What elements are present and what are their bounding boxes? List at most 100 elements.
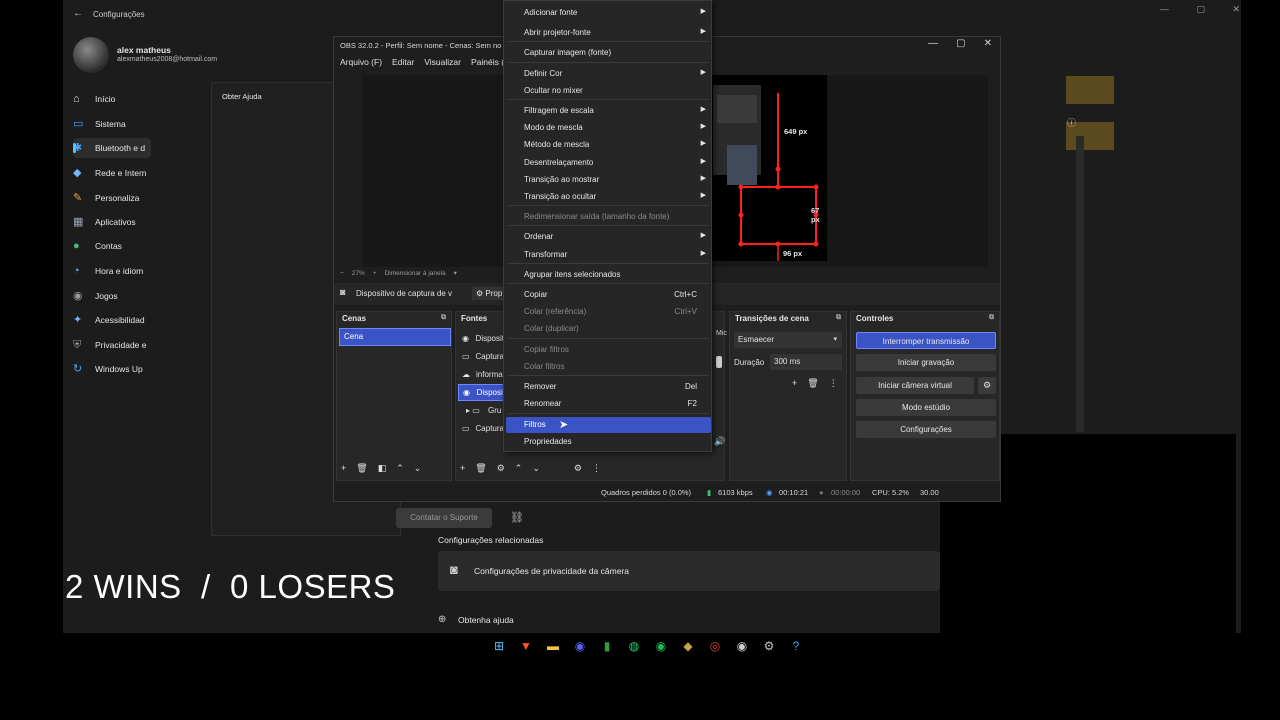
source-item[interactable]: ▭ Captura [458,348,504,365]
settings-button[interactable]: Configurações [856,421,996,438]
avatar[interactable] [73,37,109,73]
support-link-icon[interactable]: ⛓ [510,511,524,524]
context-menu-item[interactable]: Método de mescla ▶ [506,137,711,153]
source-item[interactable]: ◉ Disposit [458,330,504,347]
app-icon[interactable]: ◆ [679,637,697,655]
context-menu-item[interactable]: Adicionar fonte ▶ [506,5,711,21]
add-icon[interactable]: + [792,378,797,389]
brave-icon[interactable]: ▼ [517,637,535,655]
zoom-in-icon[interactable]: + [373,270,377,277]
close-icon[interactable]: ✕ [1232,4,1240,15]
file-explorer-icon[interactable]: ▬ [544,637,562,655]
maximize-icon[interactable]: ▢ [1196,4,1205,15]
menu-visualizar[interactable]: Visualizar [424,57,461,67]
sidebar-item-0[interactable]: ⌂ Início [73,89,151,109]
volume-slider[interactable] [716,356,722,368]
spotify-icon[interactable]: ◉ [652,637,670,655]
back-icon[interactable]: ← [73,8,83,19]
maximize-icon[interactable]: ▢ [956,38,965,49]
scene-item[interactable]: Cena [339,328,451,346]
chrome-icon[interactable]: ◎ [706,637,724,655]
obs-icon[interactable]: ◉ [733,637,751,655]
context-menu-item[interactable]: Renomear F2 [506,396,711,412]
context-menu-item[interactable]: Agrupar itens selecionados [506,267,711,283]
context-menu-item[interactable]: Filtros [506,417,711,433]
sidebar-item-5[interactable]: ▦ Aplicativos [73,212,151,232]
context-menu-item[interactable]: Capturar imagem (fonte) [506,45,711,61]
info-icon[interactable]: ⓘ [1067,116,1076,129]
move-up-icon[interactable]: ⌃ [396,463,404,474]
sidebar-item-4[interactable]: ✎ Personaliza [73,188,151,208]
sidebar-item-3[interactable]: ◆ Rede e Intern [73,163,151,183]
more-icon[interactable]: ⋮ [829,378,838,389]
context-menu-item[interactable]: Desentrelaçamento ▶ [506,155,711,171]
popout-icon[interactable]: ⧉ [989,314,994,322]
source-item-selected[interactable]: ◉ Disposit [458,384,506,401]
duration-input[interactable]: 300 ms [770,354,842,370]
close-icon[interactable]: ✕ [984,38,992,49]
mixer-settings-icon[interactable]: ⚙ [574,463,582,474]
context-menu-item[interactable]: Propriedades [506,434,711,450]
menu-arquivo[interactable]: Arquivo (F) [340,57,382,67]
more-icon[interactable]: ⋮ [592,463,601,474]
get-help-icon[interactable]: ? [787,637,805,655]
add-icon[interactable]: + [460,463,465,474]
settings-icon[interactable]: ⚙ [760,637,778,655]
virtual-camera-gear-icon[interactable]: ⚙ [978,377,996,394]
filter-icon[interactable]: ◧ [378,463,387,474]
minimize-icon[interactable]: — [1160,4,1169,15]
sidebar-item-11[interactable]: ↻ Windows Up [73,359,151,379]
studio-mode-button[interactable]: Modo estúdio [856,399,996,416]
trash-icon[interactable]: 🗑 [475,463,486,474]
context-menu-item[interactable]: Abrir projetor-fonte ▶ [506,25,711,41]
resize-to-window[interactable]: Dimensionar à janela [385,270,446,277]
context-menu-item[interactable]: Filtragem de escala ▶ [506,103,711,119]
chevron-down-icon[interactable]: ▾ [454,269,457,277]
gear-icon[interactable]: ⚙ [497,463,505,474]
sidebar-item-6[interactable]: ● Contas [73,236,151,256]
sidebar-item-1[interactable]: ▭ Sistema [73,114,151,134]
source-item[interactable]: ▭ Captura [458,420,504,437]
context-menu-item[interactable]: Ocultar no mixer [506,83,711,99]
sidebar-item-9[interactable]: ✦ Acessibilidad [73,310,151,330]
sidebar-item-7[interactable]: ◔ Hora e idiom [73,261,151,281]
context-menu-item[interactable]: Copiar Ctrl+C [506,287,711,303]
discord-icon[interactable]: ◉ [571,637,589,655]
popout-icon[interactable]: ⧉ [441,314,446,322]
popout-icon[interactable]: ⧉ [836,314,841,322]
trash-icon[interactable]: 🗑 [807,378,818,389]
sidebar-item-10[interactable]: ⛨ Privacidade e [73,335,151,355]
whatsapp-icon[interactable]: ◍ [625,637,643,655]
notepad-icon[interactable]: ▮ [598,637,616,655]
speaker-icon[interactable]: 🔊 [714,436,725,447]
windows-start-icon[interactable]: ⊞ [490,637,508,655]
sidebar-item-8[interactable]: ◉ Jogos [73,286,151,306]
camera-privacy-row[interactable]: ◙ Configurações de privacidade da câmera [438,551,940,591]
context-menu-item[interactable]: Transição ao ocultar ▶ [506,189,711,205]
move-down-icon[interactable]: ⌄ [532,463,540,474]
get-help-link[interactable]: Obtenha ajuda [458,615,514,625]
start-virtual-camera-button[interactable]: Iniciar câmera virtual [856,377,974,394]
scrollbar[interactable] [1076,136,1084,432]
context-menu-item[interactable]: Remover Del [506,379,711,395]
source-item[interactable]: ☁ informa [458,366,504,383]
trash-icon[interactable]: 🗑 [356,463,367,474]
add-icon[interactable]: + [341,463,346,474]
zoom-out-icon[interactable]: − [340,270,344,277]
context-menu-item[interactable]: Transição ao mostrar ▶ [506,172,711,188]
move-down-icon[interactable]: ⌄ [414,463,422,474]
context-menu-item[interactable]: Ordenar ▶ [506,229,711,245]
menu-editar[interactable]: Editar [392,57,414,67]
context-menu-item[interactable]: Definir Cor ▶ [506,66,711,82]
source-group-item[interactable]: ▸ ▭ Gru [458,402,504,419]
minimize-icon[interactable]: — [928,38,938,49]
start-recording-button[interactable]: Iniciar gravação [856,354,996,371]
contact-support-button[interactable]: Contatar o Suporte [396,508,492,528]
context-menu-item[interactable]: Modo de mescla ▶ [506,120,711,136]
sidebar-item-2[interactable]: ✱ Bluetooth e d [73,138,151,158]
context-menu-item[interactable]: Transformar ▶ [506,247,711,263]
preview-canvas[interactable]: 649 px 67 px 96 px [711,75,827,261]
stop-stream-button[interactable]: Interromper transmissão [856,332,996,349]
properties-button[interactable]: ⚙ Prop [472,287,507,300]
move-up-icon[interactable]: ⌃ [515,463,523,474]
